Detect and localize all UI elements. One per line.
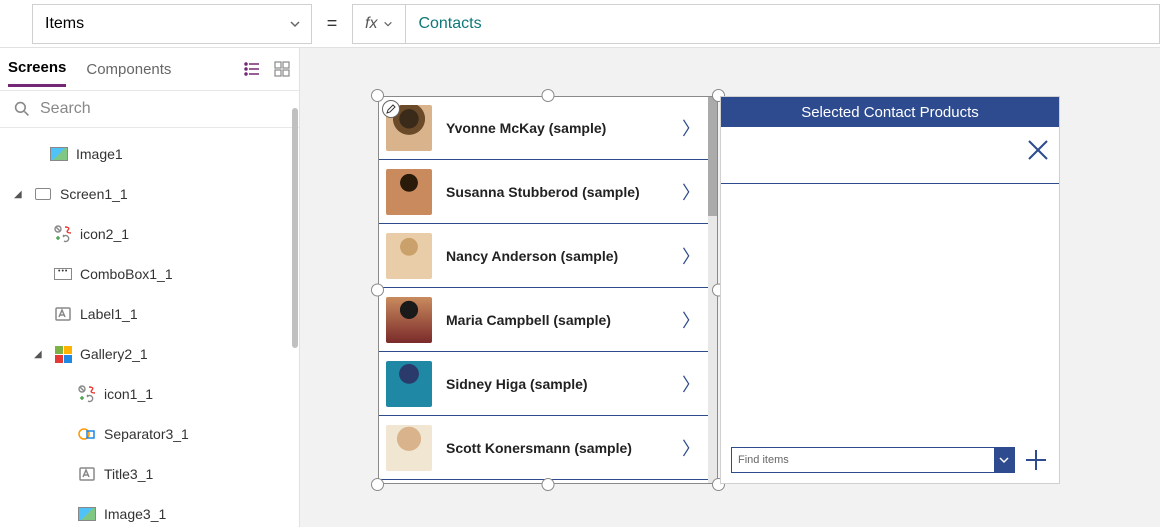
resize-handle-w[interactable]: [371, 284, 384, 297]
tab-components[interactable]: Components: [86, 53, 171, 86]
fx-label: fx: [365, 15, 377, 33]
equals-label: =: [312, 13, 352, 34]
tree-search[interactable]: Search: [0, 90, 299, 128]
tree-label: Screen1_1: [60, 186, 128, 202]
tree-label: Label1_1: [80, 306, 138, 322]
chevron-down-icon: [289, 18, 301, 30]
divider: [721, 183, 1059, 184]
tree-label: icon2_1: [80, 226, 129, 242]
tree-item-image1[interactable]: Image1: [0, 134, 299, 174]
chevron-down-icon: [383, 19, 393, 29]
find-items-combobox[interactable]: Find items: [731, 447, 1015, 473]
image-icon: [78, 505, 96, 523]
property-dropdown[interactable]: Items: [32, 4, 312, 44]
tree-item-icon1-1[interactable]: icon1_1: [0, 374, 299, 414]
tree-item-gallery2-1[interactable]: ◢ Gallery2_1: [0, 334, 299, 374]
tree-label: Separator3_1: [104, 426, 189, 442]
mixed-icon: [78, 385, 96, 403]
screen-icon: [34, 185, 52, 203]
edit-pencil-icon[interactable]: [382, 100, 400, 118]
caret-down-icon[interactable]: ◢: [34, 349, 46, 360]
tree-label: Title3_1: [104, 466, 153, 482]
list-view-icon[interactable]: [243, 60, 261, 78]
selected-control-gallery[interactable]: Yvonne McKay (sample) 〉 Susanna Stubbero…: [378, 96, 718, 484]
tree-item-title3-1[interactable]: Title3_1: [0, 454, 299, 494]
gallery-icon: [54, 345, 72, 363]
mixed-icon: [54, 225, 72, 243]
selection-border: [378, 96, 718, 484]
panel-title: Selected Contact Products: [721, 97, 1059, 127]
resize-handle-nw[interactable]: [371, 89, 384, 102]
tree-label: Gallery2_1: [80, 346, 148, 362]
tree-label: ComboBox1_1: [80, 266, 173, 282]
scrollbar-thumb[interactable]: [292, 108, 298, 348]
label-icon: [54, 305, 72, 323]
tree-item-icon2-1[interactable]: icon2_1: [0, 214, 299, 254]
resize-handle-sw[interactable]: [371, 478, 384, 491]
search-placeholder: Search: [40, 100, 91, 118]
caret-down-icon[interactable]: ◢: [14, 189, 26, 200]
tree-item-label1-1[interactable]: Label1_1: [0, 294, 299, 334]
tree-label: icon1_1: [104, 386, 153, 402]
tree-item-image3-1[interactable]: Image3_1: [0, 494, 299, 527]
chevron-down-icon[interactable]: [994, 448, 1014, 472]
tree-item-screen1-1[interactable]: ◢ Screen1_1: [0, 174, 299, 214]
selected-contact-products-panel: Selected Contact Products Find items: [720, 96, 1060, 484]
canvas[interactable]: Yvonne McKay (sample) 〉 Susanna Stubbero…: [300, 48, 1160, 527]
label-icon: [78, 465, 96, 483]
property-dropdown-value: Items: [45, 15, 84, 33]
close-icon[interactable]: [1025, 137, 1051, 163]
search-icon: [14, 101, 30, 117]
image-icon: [50, 145, 68, 163]
tree-label: Image1: [76, 146, 123, 162]
combobox-icon: [54, 265, 72, 283]
formula-bar[interactable]: Contacts: [406, 4, 1160, 44]
grid-view-icon[interactable]: [273, 60, 291, 78]
fx-button[interactable]: fx: [352, 4, 406, 44]
separator-icon: [78, 425, 96, 443]
tree-item-combobox1-1[interactable]: ComboBox1_1: [0, 254, 299, 294]
resize-handle-n[interactable]: [542, 89, 555, 102]
tab-screens[interactable]: Screens: [8, 51, 66, 87]
tree-label: Image3_1: [104, 506, 166, 522]
combobox-placeholder: Find items: [738, 454, 789, 466]
formula-text: Contacts: [418, 15, 481, 33]
add-icon[interactable]: [1023, 447, 1049, 473]
tree-item-separator3-1[interactable]: Separator3_1: [0, 414, 299, 454]
tree-view-panel: Screens Components Search Image1 ◢ Scree…: [0, 48, 300, 527]
resize-handle-s[interactable]: [542, 478, 555, 491]
